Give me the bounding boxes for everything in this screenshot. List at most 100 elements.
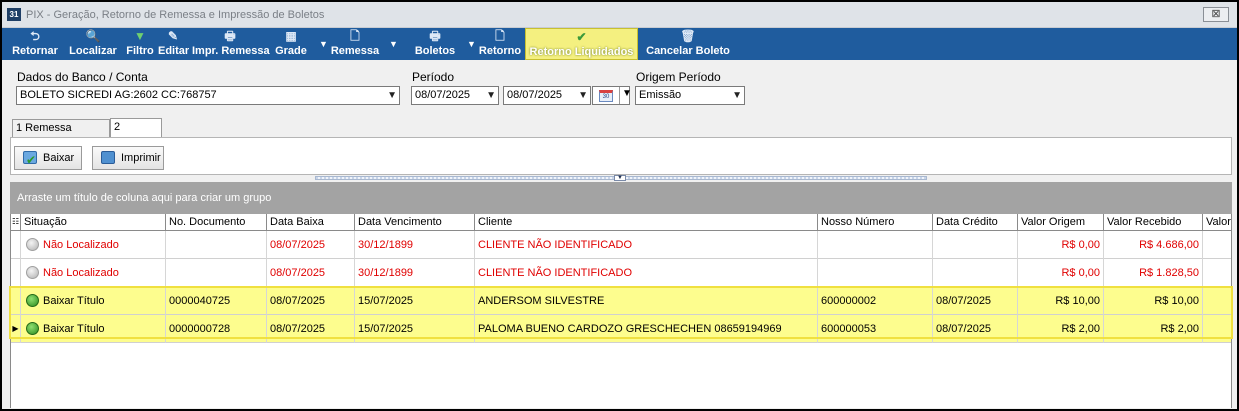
divider (619, 87, 620, 104)
status-green-icon (26, 294, 39, 307)
no-documento-cell: 0000040725 (165, 287, 266, 315)
table-row[interactable]: Baixar Título 0000040725 08/07/2025 15/0… (11, 287, 1231, 315)
table-row[interactable]: Não Localizado 08/07/2025 30/12/1899 CLI… (11, 259, 1231, 287)
calendar-icon: 30 (599, 90, 613, 102)
remessa-button[interactable]: 🗋 Remessa (330, 28, 380, 60)
data-vencimento-cell: 15/07/2025 (354, 287, 474, 315)
imprimir-button[interactable]: Imprimir (92, 146, 164, 170)
origem-select[interactable]: Emissão ▼ (635, 86, 745, 105)
column-header-data-credito[interactable]: Data Crédito (932, 214, 1017, 231)
valor-origem-cell: R$ 0,00 (1017, 259, 1103, 287)
retorno-liquidados-button[interactable]: ✔ Retorno Liquidados (525, 28, 638, 60)
filtro-button[interactable]: ▼ Filtro (122, 28, 158, 60)
check-icon: ✔ (576, 30, 587, 44)
column-header-valor-recebido[interactable]: Valor Recebido (1103, 214, 1202, 231)
boletos-dropdown[interactable]: ▼ (460, 28, 476, 60)
edit-icon: ✎ (167, 29, 179, 43)
grid-icon: ▦ (285, 29, 297, 43)
periodo-label: Período (412, 70, 455, 84)
valor-a-cell (1202, 231, 1231, 259)
editar-label: Editar (158, 45, 190, 57)
cancelar-boleto-button[interactable]: 🗑 Cancelar Boleto (644, 28, 732, 60)
retorno-button[interactable]: 🗋 Retorno (477, 28, 523, 60)
boletos-button[interactable]: 🖶 Boletos (412, 28, 458, 60)
retorno-liquidados-label: Retorno Liquidados (529, 46, 634, 58)
periodo-inicio-value: 08/07/2025 (415, 89, 471, 101)
cliente-cell: CLIENTE NÃO IDENTIFICADO (474, 231, 817, 259)
data-credito-cell (932, 259, 1017, 287)
nosso-numero-cell: 600000053 (817, 315, 932, 343)
chevron-down-icon[interactable]: ▼ (578, 87, 588, 104)
row-indicator (11, 287, 20, 315)
row-indicator (11, 259, 20, 287)
column-chooser-icon[interactable]: ☷ (11, 214, 20, 231)
nosso-numero-cell (817, 231, 932, 259)
valor-recebido-cell: R$ 2,00 (1103, 315, 1202, 343)
valor-a-cell (1202, 287, 1231, 315)
origem-value: Emissão (639, 89, 682, 101)
tab-retorno[interactable]: 2 Retorno (110, 118, 162, 150)
back-icon: ⮌ (30, 29, 40, 43)
chevron-down-icon[interactable]: ▼ (622, 88, 632, 99)
retornar-button[interactable]: ⮌ Retornar (10, 28, 60, 60)
status-text: Baixar Título (43, 295, 105, 307)
remessa-dropdown[interactable]: ▼ (382, 28, 398, 60)
status-text: Não Localizado (43, 267, 119, 279)
situacao-cell: Baixar Título (20, 287, 165, 315)
filter-icon: ▼ (134, 29, 146, 43)
window-title: PIX - Geração, Retorno de Remessa e Impr… (26, 9, 325, 21)
grade-label: Grade (275, 45, 307, 57)
title-bar: 31 PIX - Geração, Retorno de Remessa e I… (2, 2, 1237, 28)
column-header-valor-origem[interactable]: Valor Origem (1017, 214, 1103, 231)
row-indicator: ▶ (12, 324, 19, 333)
banco-value: BOLETO SICREDI AG:2602 CC:768757 (20, 89, 217, 101)
valor-recebido-cell: R$ 4.686,00 (1103, 231, 1202, 259)
baixar-button[interactable]: Baixar (14, 146, 82, 171)
nosso-numero-cell: 600000002 (817, 287, 932, 315)
impr-remessa-button[interactable]: 🖶 Impr. Remessa (192, 28, 270, 60)
valor-origem-cell: R$ 10,00 (1017, 287, 1103, 315)
chevron-down-icon[interactable]: ▼ (486, 87, 496, 104)
no-documento-cell (165, 259, 266, 287)
periodo-fim-value: 08/07/2025 (507, 89, 563, 101)
table-row[interactable]: ▶ Baixar Título 0000000728 08/07/2025 15… (11, 315, 1231, 343)
panel-splitter[interactable]: ▼ (10, 175, 1232, 182)
chevron-down-icon[interactable]: ▼ (387, 87, 397, 104)
filtro-label: Filtro (126, 45, 154, 57)
column-header-no-documento[interactable]: No. Documento (165, 214, 266, 231)
status-green-icon (26, 322, 39, 335)
chevron-down-icon[interactable]: ▼ (732, 87, 742, 104)
banco-label: Dados do Banco / Conta (17, 70, 148, 84)
editar-button[interactable]: ✎ Editar (158, 28, 190, 60)
baixar-label: Baixar (43, 152, 75, 164)
app-icon: 31 (7, 8, 21, 21)
cancelar-boleto-label: Cancelar Boleto (646, 45, 730, 57)
localizar-button[interactable]: 🔍 Localizar (68, 28, 118, 60)
tab-remessa-bancaria[interactable]: 1 Remessa Bancária (12, 119, 110, 151)
situacao-cell: Não Localizado (20, 259, 165, 287)
column-header-cliente[interactable]: Cliente (474, 214, 817, 231)
column-header-nosso-numero[interactable]: Nosso Número (817, 214, 932, 231)
column-header-valor-a[interactable]: Valor A (1202, 214, 1231, 231)
column-header-data-baixa[interactable]: Data Baixa (266, 214, 354, 231)
periodo-fim-field[interactable]: 08/07/2025 ▼ (503, 86, 591, 105)
column-header-data-vencimento[interactable]: Data Vencimento (354, 214, 474, 231)
calendar-button[interactable]: 30 ▼ (592, 86, 632, 105)
situacao-cell: Não Localizado (20, 231, 165, 259)
group-by-area[interactable]: Arraste um título de coluna aqui para cr… (10, 182, 1232, 214)
valor-recebido-cell: R$ 10,00 (1103, 287, 1202, 315)
origem-label: Origem Período (636, 70, 721, 84)
grade-dropdown[interactable]: ▼ (312, 28, 328, 60)
status-gray-icon (26, 238, 39, 251)
search-icon: 🔍 (85, 29, 101, 43)
valor-origem-cell: R$ 0,00 (1017, 231, 1103, 259)
table-row[interactable]: Não Localizado 08/07/2025 30/12/1899 CLI… (11, 231, 1231, 259)
column-header-situacao[interactable]: Situação (20, 214, 165, 231)
banco-select[interactable]: BOLETO SICREDI AG:2602 CC:768757 ▼ (16, 86, 400, 105)
grade-button[interactable]: ▦ Grade (274, 28, 308, 60)
close-icon[interactable]: ⊠ (1203, 7, 1229, 22)
periodo-inicio-field[interactable]: 08/07/2025 ▼ (411, 86, 499, 105)
chevron-down-icon[interactable]: ▼ (614, 175, 626, 181)
impr-remessa-label: Impr. Remessa (192, 45, 270, 57)
localizar-label: Localizar (69, 45, 117, 57)
